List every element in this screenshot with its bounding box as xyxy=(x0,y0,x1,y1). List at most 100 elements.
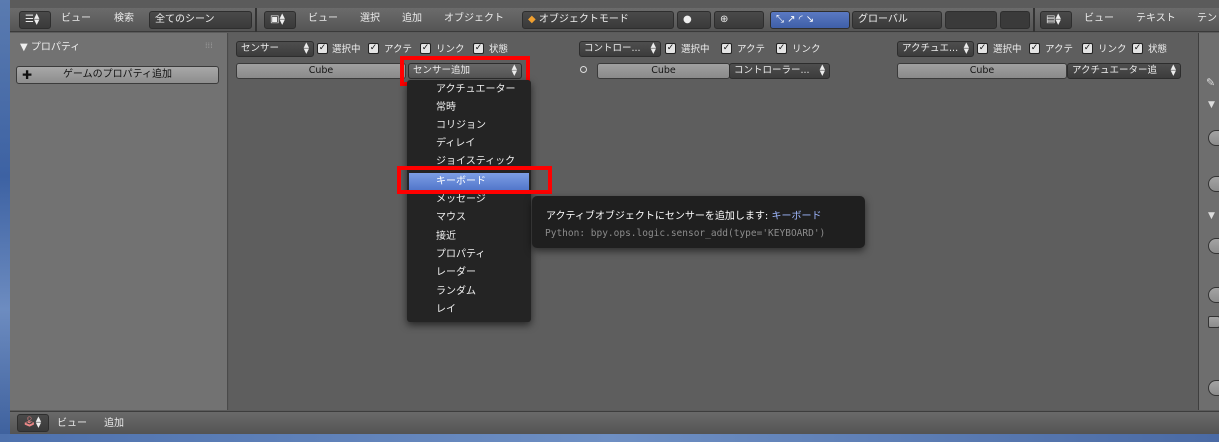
side-panel-checkbox[interactable] xyxy=(1208,316,1219,328)
tooltip-python: Python: bpy.ops.logic.sensor_add(type='K… xyxy=(545,228,826,239)
side-panel-button[interactable] xyxy=(1208,238,1219,254)
add-actuator-select[interactable]: アクチュエーター追 ▲ ▼ xyxy=(1067,63,1181,79)
actuator-selected-label: 選択中 xyxy=(993,44,1022,55)
desktop-background-bottom xyxy=(0,434,1219,442)
sensor-selected-checkbox[interactable]: ✓ xyxy=(317,43,328,54)
controller-type-select[interactable]: コントロー... ▲ ▼ xyxy=(579,41,661,57)
menu-item-always[interactable]: 常時 xyxy=(409,99,529,117)
updown-arrows-icon: ▲ ▼ xyxy=(33,12,40,26)
menu-add[interactable]: 追加 xyxy=(402,8,422,30)
pivot-select[interactable]: ⊕ xyxy=(714,11,764,29)
cube-icon: ▣ xyxy=(270,14,280,25)
controller-active-checkbox[interactable]: ✓ xyxy=(721,43,732,54)
mode-select[interactable]: ◆ オブジェクトモード xyxy=(522,11,674,29)
sphere-icon: ● xyxy=(683,14,692,25)
logic-editor-selector[interactable]: 🕹▲ ▼ xyxy=(17,414,49,432)
menu-item-collision[interactable]: コリジョン xyxy=(409,117,529,135)
actuator-link-checkbox[interactable]: ✓ xyxy=(1082,43,1093,54)
sensor-selected-label: 選択中 xyxy=(332,44,361,55)
menu-select[interactable]: 選択 xyxy=(360,8,380,30)
actuator-object-field[interactable]: Cube xyxy=(897,63,1067,79)
updown-arrows-icon: ▲ ▼ xyxy=(1055,12,1061,26)
transform-manipulator-icon: ⤡ ↗ ◜ ↘ xyxy=(776,14,815,25)
menu-item-radar[interactable]: レーダー xyxy=(409,264,529,282)
header-divider xyxy=(1033,8,1035,32)
plus-icon: ✚ xyxy=(22,68,33,82)
sensor-type-select[interactable]: センサー ▲ ▼ xyxy=(236,41,314,57)
bottom-header-bar xyxy=(10,411,1219,434)
actuator-type-select[interactable]: アクチュエ... ▲ ▼ xyxy=(897,41,974,57)
actuator-active-checkbox[interactable]: ✓ xyxy=(1029,43,1040,54)
menu-object[interactable]: オブジェクト xyxy=(444,8,504,30)
controller-active-label: アクテ xyxy=(737,44,766,55)
menu-item-mouse[interactable]: マウス xyxy=(409,209,529,227)
scene-filter-select[interactable]: 全てのシーン xyxy=(149,11,252,29)
actuator-type-label: アクチュエ... xyxy=(902,43,959,54)
controller-link-label: リンク xyxy=(792,44,821,55)
collapse-triangle-icon[interactable]: ▼ xyxy=(1208,211,1215,221)
actuator-selected-checkbox[interactable]: ✓ xyxy=(977,43,988,54)
actuator-state-label: 状態 xyxy=(1148,44,1168,55)
side-panel-field[interactable] xyxy=(1208,287,1219,303)
menu-viewport-view[interactable]: ビュー xyxy=(308,8,338,30)
updown-arrows-icon: ▲ ▼ xyxy=(35,415,42,429)
side-panel-button[interactable] xyxy=(1208,130,1219,146)
menu-search[interactable]: 検索 xyxy=(114,8,134,30)
actuator-link-label: リンク xyxy=(1098,44,1127,55)
bottom-menu-view[interactable]: ビュー xyxy=(57,413,87,435)
manipulator-toggles[interactable]: ⤡ ↗ ◜ ↘ xyxy=(770,11,850,29)
tooltip-description: アクティブオブジェクトにセンサーを追加します: キーボード xyxy=(546,207,821,222)
layer-grid-2[interactable] xyxy=(1000,11,1030,29)
editor-type-selector[interactable]: ☰▲ ▼ xyxy=(19,11,51,29)
menu-item-random[interactable]: ランダム xyxy=(409,283,529,301)
side-panel-field[interactable] xyxy=(1208,176,1219,192)
sensor-active-checkbox[interactable]: ✓ xyxy=(368,43,379,54)
side-panel-field[interactable] xyxy=(1208,380,1219,396)
menu-view[interactable]: ビュー xyxy=(61,8,91,30)
sensor-link-label: リンク xyxy=(436,44,465,55)
sensor-active-label: アクテ xyxy=(384,44,413,55)
controller-object-field[interactable]: Cube xyxy=(597,63,730,79)
controller-selected-label: 選択中 xyxy=(681,44,710,55)
menu-template[interactable]: テン xyxy=(1197,8,1217,30)
joystick-icon: 🕹 xyxy=(23,417,36,428)
actuator-state-checkbox[interactable]: ✓ xyxy=(1132,43,1143,54)
menu-item-actuator[interactable]: アクチュエーター xyxy=(409,81,529,99)
menu-item-property[interactable]: プロパティ xyxy=(409,246,529,264)
menu-text-view[interactable]: ビュー xyxy=(1084,8,1114,30)
add-game-property-button[interactable]: ゲームのプロパティ追加 xyxy=(16,66,219,84)
controller-link-checkbox[interactable]: ✓ xyxy=(776,43,787,54)
sensor-state-label: 状態 xyxy=(489,44,509,55)
add-controller-select[interactable]: コントローラー... ▲ ▼ xyxy=(729,63,830,79)
text-editor-selector[interactable]: ▤▲ ▼ xyxy=(1040,11,1072,29)
orientation-select[interactable]: グローバル xyxy=(852,11,942,29)
sensor-state-checkbox[interactable]: ✓ xyxy=(473,43,484,54)
controller-selected-checkbox[interactable]: ✓ xyxy=(665,43,676,54)
updown-arrows-icon: ▲ ▼ xyxy=(963,41,969,55)
properties-panel-title[interactable]: ▼ プロパティ xyxy=(20,38,80,53)
collapse-triangle-icon[interactable]: ▼ xyxy=(1208,100,1215,110)
add-controller-label: コントローラー... xyxy=(734,65,810,76)
desktop-background-left xyxy=(0,0,10,442)
sensor-object-field[interactable]: Cube xyxy=(236,63,406,79)
updown-arrows-icon: ▲ ▼ xyxy=(1170,63,1176,77)
shading-select[interactable]: ● xyxy=(677,11,711,29)
pivot-icon: ⊕ xyxy=(720,14,729,25)
menu-item-delay[interactable]: ディレイ xyxy=(409,135,529,153)
sensor-type-label: センサー xyxy=(241,43,280,54)
menu-item-ray[interactable]: レイ xyxy=(409,301,529,319)
layer-grid[interactable] xyxy=(945,11,997,29)
sensor-link-checkbox[interactable]: ✓ xyxy=(420,43,431,54)
menu-text[interactable]: テキスト xyxy=(1136,8,1176,30)
viewport-editor-selector[interactable]: ▣▲ ▼ xyxy=(264,11,296,29)
pin-icon[interactable]: ✎ xyxy=(1206,76,1215,89)
highlight-keyboard-item xyxy=(397,166,552,194)
drag-handle-icon[interactable]: ⁞⁞⁞ xyxy=(205,41,213,50)
header-divider xyxy=(255,8,257,32)
mode-label: オブジェクトモード xyxy=(538,14,629,25)
properties-panel xyxy=(10,33,228,410)
bottom-menu-add[interactable]: 追加 xyxy=(104,413,124,435)
controller-input-socket[interactable] xyxy=(580,66,587,73)
controller-type-label: コントロー... xyxy=(584,43,641,54)
menu-item-near[interactable]: 接近 xyxy=(409,228,529,246)
